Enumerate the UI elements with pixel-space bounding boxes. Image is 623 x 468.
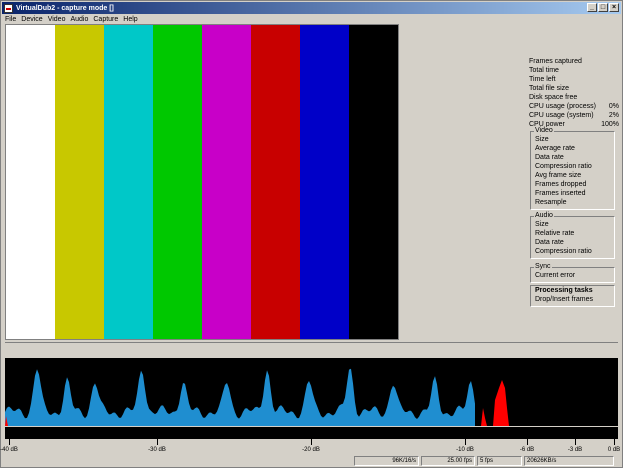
scale-label: -40 dB [0, 447, 18, 453]
color-bar [153, 25, 202, 339]
tasks-item: Drop/Insert frames [535, 296, 593, 303]
video-item: Frames inserted [535, 190, 586, 197]
scale-tick [614, 439, 615, 445]
video-group: Video Size Average rate Data rate Compre… [530, 127, 615, 210]
video-item: Resample [535, 199, 567, 206]
title-bar: VirtualDub2 - capture mode [] _ □ × [2, 2, 621, 14]
audio-group: Audio Size Relative rate Data rate Compr… [530, 212, 615, 259]
stat-row: Frames captured [529, 57, 619, 66]
app-icon [4, 3, 13, 13]
scale-tick [575, 439, 576, 445]
audio-item: Relative rate [535, 230, 575, 237]
scale-label: -3 dB [567, 447, 583, 453]
tasks-group: Processing tasks Drop/Insert frames [530, 285, 615, 307]
menu-file[interactable]: File [5, 16, 16, 23]
stat-label: Frames captured [529, 58, 582, 65]
video-group-title: Video [534, 127, 554, 135]
video-item: Compression ratio [535, 163, 592, 170]
scale-label: -20 dB [302, 447, 320, 453]
color-bar [55, 25, 104, 339]
video-item: Size [535, 136, 549, 143]
scale-tick [157, 439, 158, 445]
close-button[interactable]: × [609, 3, 619, 12]
scale-tick [9, 439, 10, 445]
menu-device[interactable]: Device [21, 16, 42, 23]
audio-level-meter [5, 427, 618, 439]
scale-tick [311, 439, 312, 445]
status-audio-format: 96K/16/s [354, 456, 419, 466]
spectrum-fill [5, 368, 475, 426]
stat-row: Time left [529, 75, 619, 84]
divider [5, 342, 618, 356]
stat-label: CPU usage (system) [529, 112, 594, 119]
color-bar [104, 25, 153, 339]
color-bar [300, 25, 349, 339]
menu-capture[interactable]: Capture [93, 16, 118, 23]
stat-value: 100% [601, 121, 619, 128]
sync-group-title: Sync [534, 263, 552, 271]
audio-item: Size [535, 221, 549, 228]
audio-item: Data rate [535, 239, 564, 246]
scale-label: -6 dB [519, 447, 535, 453]
scale-label: -10 dB [456, 447, 474, 453]
scale-label: -30 dB [148, 447, 166, 453]
capture-window: VirtualDub2 - capture mode [] _ □ × File… [0, 0, 623, 468]
minimize-button[interactable]: _ [587, 3, 597, 12]
stat-label: Disk space free [529, 94, 578, 101]
color-bar [202, 25, 251, 339]
sync-group: Sync Current error [530, 263, 615, 283]
stat-row: Disk space free [529, 93, 619, 102]
capture-stats: Frames captured Total time Time left Tot… [529, 57, 619, 129]
scale-tick [527, 439, 528, 445]
stat-row: Total file size [529, 84, 619, 93]
scale-label: 0 dB [607, 447, 621, 453]
status-fps: 25.00 fps [421, 456, 475, 466]
audio-group-title: Audio [534, 212, 554, 220]
spectrum-peak [493, 380, 509, 426]
audio-spectrum [5, 358, 618, 426]
tasks-group-title: Processing tasks [535, 287, 614, 295]
sync-item: Current error [535, 272, 576, 279]
menu-video[interactable]: Video [48, 16, 66, 23]
stat-row: CPU usage (process) 0% [529, 102, 619, 111]
status-fps2: 5 fps [477, 456, 522, 466]
video-item: Average rate [535, 145, 575, 152]
video-item: Data rate [535, 154, 564, 161]
menu-audio[interactable]: Audio [70, 16, 88, 23]
audio-item: Compression ratio [535, 248, 592, 255]
video-preview [5, 24, 399, 340]
stat-row: Total time [529, 66, 619, 75]
stat-value: 2% [608, 112, 619, 119]
video-item: Avg frame size [535, 172, 582, 179]
video-item: Frames dropped [535, 181, 587, 188]
color-bar [251, 25, 300, 339]
menu-help[interactable]: Help [123, 16, 137, 23]
scale-tick [465, 439, 466, 445]
status-bar: 96K/16/s 25.00 fps 5 fps 20626KB/s [2, 456, 621, 467]
color-bar [6, 25, 55, 339]
spectrum-peak [481, 408, 487, 426]
stat-label: CPU usage (process) [529, 103, 596, 110]
status-data-rate: 20626KB/s [524, 456, 614, 466]
stat-value: 0% [608, 103, 619, 110]
window-title: VirtualDub2 - capture mode [] [16, 4, 114, 12]
spectrum-graph [5, 368, 509, 426]
stat-label: Total time [529, 67, 559, 74]
maximize-button[interactable]: □ [598, 3, 608, 12]
db-scale: -40 dB -30 dB -20 dB -10 dB -6 dB -3 dB 0 dB [0, 439, 621, 454]
stat-label: Time left [529, 76, 556, 83]
stat-row: CPU usage (system) 2% [529, 111, 619, 120]
stat-label: Total file size [529, 85, 570, 92]
status-spacer [2, 456, 352, 466]
color-bar [349, 25, 398, 339]
menu-bar: File Device Video Audio Capture Help [2, 14, 621, 24]
